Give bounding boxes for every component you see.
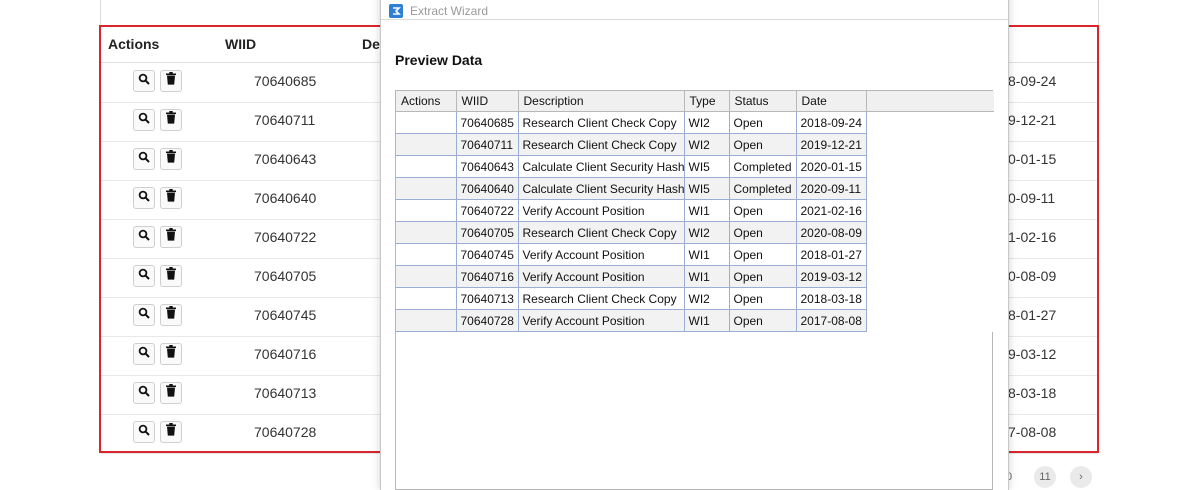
grid-cell-type: WI1 — [684, 265, 730, 288]
grid-col-actions[interactable]: Actions — [396, 91, 457, 112]
grid-cell-status: Open — [729, 265, 797, 288]
wizard-title: Extract Wizard — [410, 4, 489, 18]
grid-cell-wiid: 70640745 — [456, 243, 519, 266]
grid-cell-status: Open — [729, 199, 797, 222]
grid-cell-filler — [866, 133, 994, 156]
grid-cell-status: Open — [729, 287, 797, 310]
grid-cell-filler — [866, 155, 994, 178]
wizard-app-icon — [389, 4, 403, 18]
grid-cell-wiid: 70640716 — [456, 265, 519, 288]
grid-cell-date: 2020-09-11 — [796, 177, 867, 200]
grid-cell-actions — [396, 287, 457, 310]
grid-cell-wiid: 70640705 — [456, 221, 519, 244]
grid-cell-filler — [866, 309, 994, 332]
pager-next-button[interactable]: › — [1070, 466, 1092, 488]
grid-cell-wiid: 70640640 — [456, 177, 519, 200]
grid-cell-status: Open — [729, 111, 797, 134]
grid-col-date[interactable]: Date — [796, 91, 867, 112]
grid-cell-actions — [396, 221, 457, 244]
grid-cell-actions — [396, 265, 457, 288]
grid-cell-status: Completed — [729, 177, 797, 200]
pager-page-11[interactable]: 11 — [1034, 466, 1056, 488]
grid-col-status[interactable]: Status — [729, 91, 797, 112]
grid-cell-actions — [396, 177, 457, 200]
grid-cell-date: 2019-03-12 — [796, 265, 867, 288]
grid-row[interactable]: 70640713 Research Client Check Copy WI2 Ope… — [396, 287, 994, 310]
grid-cell-description: Verify Account Position — [518, 265, 685, 288]
grid-cell-status: Open — [729, 133, 797, 156]
grid-row[interactable]: 70640716 Verify Account Position WI1 Open 20… — [396, 265, 994, 288]
grid-cell-date: 2017-08-08 — [796, 309, 867, 332]
grid-col-description[interactable]: Description — [518, 91, 685, 112]
grid-cell-wiid: 70640711 — [456, 133, 519, 156]
grid-cell-wiid: 70640728 — [456, 309, 519, 332]
grid-row[interactable]: 70640705 Research Client Check Copy WI2 Ope… — [396, 221, 994, 244]
grid-col-type[interactable]: Type — [684, 91, 730, 112]
grid-cell-wiid: 70640713 — [456, 287, 519, 310]
grid-col-wiid[interactable]: WIID — [456, 91, 519, 112]
grid-cell-type: WI1 — [684, 309, 730, 332]
grid-row[interactable]: 70640728 Verify Account Position WI1 Open 20… — [396, 309, 994, 332]
grid-header-row: Actions WIID Description Type Status Dat… — [396, 91, 994, 112]
grid-cell-actions — [396, 199, 457, 222]
grid-cell-description: Calculate Client Security Hash — [518, 155, 685, 178]
grid-cell-type: WI5 — [684, 177, 730, 200]
grid-cell-date: 2020-08-09 — [796, 221, 867, 244]
grid-cell-actions — [396, 309, 457, 332]
grid-row[interactable]: 70640640 Calculate Client Security Hash WI… — [396, 177, 994, 200]
grid-cell-status: Completed — [729, 155, 797, 178]
extract-wizard-window: Extract Wizard Preview Data Actions WIID… — [380, 0, 1009, 490]
preview-data-grid[interactable]: Actions WIID Description Type Status Dat… — [395, 90, 994, 490]
preview-data-title: Preview Data — [395, 52, 483, 68]
grid-cell-actions — [396, 243, 457, 266]
grid-cell-filler — [866, 221, 994, 244]
grid-cell-wiid: 70640685 — [456, 111, 519, 134]
grid-cell-status: Open — [729, 243, 797, 266]
page-border-left — [100, 0, 101, 26]
grid-cell-wiid: 70640722 — [456, 199, 519, 222]
grid-cell-type: WI5 — [684, 155, 730, 178]
grid-row[interactable]: 70640745 Verify Account Position WI1 Open 20… — [396, 243, 994, 266]
grid-cell-description: Calculate Client Security Hash — [518, 177, 685, 200]
grid-cell-date: 2020-01-15 — [796, 155, 867, 178]
grid-row[interactable]: 70640711 Research Client Check Copy WI2 Ope… — [396, 133, 994, 156]
grid-cell-description: Research Client Check Copy — [518, 111, 685, 134]
grid-row[interactable]: 70640722 Verify Account Position WI1 Open 20… — [396, 199, 994, 222]
grid-cell-filler — [866, 199, 994, 222]
grid-cell-description: Verify Account Position — [518, 243, 685, 266]
grid-cell-type: WI2 — [684, 287, 730, 310]
grid-cell-type: WI2 — [684, 133, 730, 156]
wizard-titlebar: Extract Wizard — [381, 0, 1008, 20]
page-border-right — [1098, 0, 1099, 26]
grid-cell-description: Research Client Check Copy — [518, 287, 685, 310]
grid-cell-wiid: 70640643 — [456, 155, 519, 178]
grid-cell-date: 2018-01-27 — [796, 243, 867, 266]
grid-cell-status: Open — [729, 309, 797, 332]
grid-cell-type: WI1 — [684, 243, 730, 266]
grid-row[interactable]: 70640685 Research Client Check Copy WI2 Ope… — [396, 111, 994, 134]
grid-cell-type: WI2 — [684, 221, 730, 244]
grid-cell-description: Verify Account Position — [518, 199, 685, 222]
grid-cell-description: Research Client Check Copy — [518, 133, 685, 156]
grid-cell-date: 2021-02-16 — [796, 199, 867, 222]
grid-cell-filler — [866, 111, 994, 134]
grid-cell-filler — [866, 177, 994, 200]
grid-cell-actions — [396, 155, 457, 178]
grid-row[interactable]: 70640643 Calculate Client Security Hash WI… — [396, 155, 994, 178]
grid-cell-type: WI2 — [684, 111, 730, 134]
grid-cell-date: 2018-09-24 — [796, 111, 867, 134]
grid-cell-date: 2019-12-21 — [796, 133, 867, 156]
grid-cell-actions — [396, 133, 457, 156]
grid-col-filler — [866, 91, 994, 112]
grid-cell-filler — [866, 265, 994, 288]
grid-cell-status: Open — [729, 221, 797, 244]
grid-cell-filler — [866, 287, 994, 310]
grid-cell-description: Verify Account Position — [518, 309, 685, 332]
grid-cell-date: 2018-03-18 — [796, 287, 867, 310]
grid-cell-description: Research Client Check Copy — [518, 221, 685, 244]
grid-cell-type: WI1 — [684, 199, 730, 222]
grid-cell-actions — [396, 111, 457, 134]
grid-cell-filler — [866, 243, 994, 266]
